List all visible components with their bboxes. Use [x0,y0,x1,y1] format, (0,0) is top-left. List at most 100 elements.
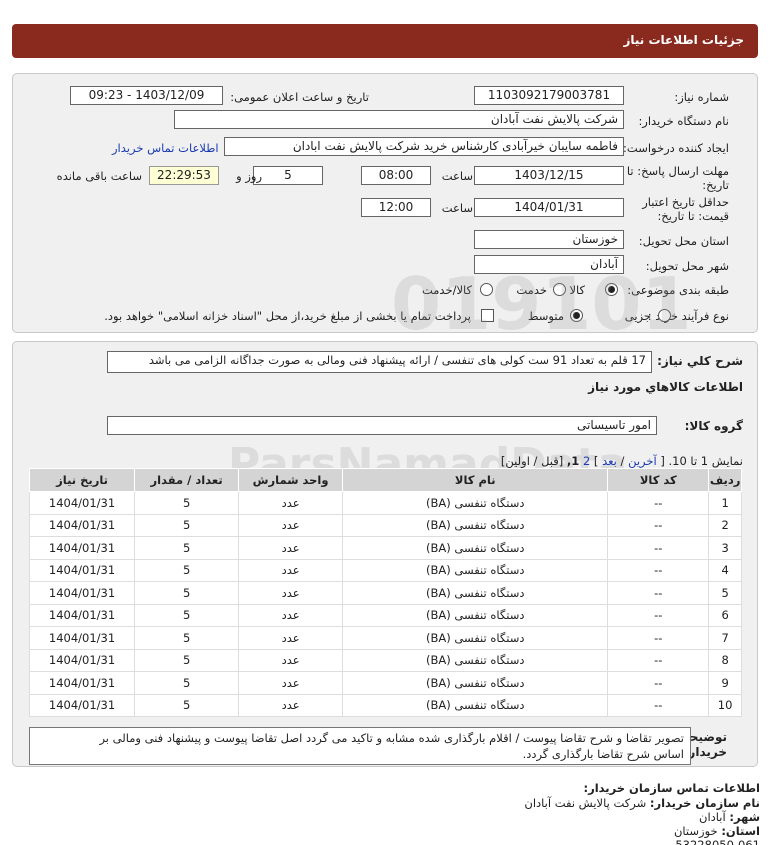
announce-date-label: تاریخ و ساعت اعلان عمومی: [230,90,369,104]
reply-deadline-label: مهلت ارسال پاسخ: تا [626,164,729,178]
notes-line-2: اساس شرح تقاضا بارگذاری گردد. [522,747,684,761]
cell-code: -- [607,693,710,717]
pagination-last-link[interactable]: آخرین [628,454,657,468]
table-row[interactable]: 3 -- دستگاه تنفسی (BA) عدد 5 1404/01/31 [28,536,742,560]
remaining-time-field: 22:29:53 [149,166,219,185]
cell-name: دستگاه تنفسی (BA) [342,581,609,605]
cell-date: 1404/01/31 [28,513,136,537]
contact-org-label: نام سازمان خریدار: [649,796,760,810]
notes-line-1: تصویر تقاضا و شرح تقاضا پیوست / اقلام با… [99,731,684,745]
pagination-page-1: 1 [571,454,580,468]
goods-group-field: امور تاسیساتی [107,416,657,435]
pagination-sep: ] [593,454,599,468]
table-row[interactable]: 9 -- دستگاه تنفسی (BA) عدد 5 1404/01/31 [28,671,742,695]
cell-name: دستگاه تنفسی (BA) [342,693,609,717]
contact-title-text: اطلاعات تماس سازمان خریدار: [583,781,760,795]
contact-province-line: استان: خوزستان [10,824,760,838]
creator-field: فاطمه سایبان خیرآبادی کارشناس خرید شرکت … [224,137,624,156]
pagination-suffix: [قبل / اولین] [500,454,564,468]
city-label: شهر محل تحویل: [645,259,729,273]
buyer-contact-link[interactable]: اطلاعات تماس خریدار [112,141,219,155]
creator-label: ایجاد کننده درخواست: [623,141,729,155]
cell-date: 1404/01/31 [28,536,136,560]
category-goods-label: کالا [569,283,585,297]
announce-date-field: 1403/12/09 - 09:23 [70,86,223,105]
category-both-radio[interactable] [480,283,493,296]
treasury-payment-checkbox[interactable] [481,309,494,322]
category-both-label: کالا/خدمت [421,283,472,297]
province-label: استان محل تحویل: [638,234,729,248]
cell-name: دستگاه تنفسی (BA) [342,648,609,672]
cell-qty: 5 [134,693,240,717]
contact-phone-line: 53228050-061 [10,838,760,845]
col-date: تاریخ نیاز [28,468,136,492]
category-goods-radio[interactable] [605,283,618,296]
cell-qty: 5 [134,513,240,537]
process-partial-label: جزیی [624,309,651,323]
cell-qty: 5 [134,648,240,672]
process-partial-radio[interactable] [658,309,671,322]
page-title: جزئیات اطلاعات نیاز [623,33,744,47]
reply-deadline-label-2: تاریخ: [702,178,729,192]
table-row[interactable]: 6 -- دستگاه تنفسی (BA) عدد 5 1404/01/31 [28,603,742,627]
validity-time-field: 12:00 [361,198,431,217]
cell-unit: عدد [238,603,344,627]
table-row[interactable]: 1 -- دستگاه تنفسی (BA) عدد 5 1404/01/31 [28,491,742,515]
cell-unit: عدد [238,626,344,650]
table-header-row: ردیف کد کالا نام کالا واحد شمارش تعداد /… [28,468,742,492]
summary-label: شرح كلي نياز: [657,354,743,368]
cell-name: دستگاه تنفسی (BA) [342,671,609,695]
table-row[interactable]: 10 -- دستگاه تنفسی (BA) عدد 5 1404/01/31 [28,693,742,717]
contact-org-line: نام سازمان خریدار: شرکت پالایش نفت آبادا… [10,796,760,810]
col-name: نام کالا [342,468,609,492]
validity-time-label: ساعت [441,201,473,215]
cell-row: 2 [708,513,742,537]
table-row[interactable]: 7 -- دستگاه تنفسی (BA) عدد 5 1404/01/31 [28,626,742,650]
table-row[interactable]: 5 -- دستگاه تنفسی (BA) عدد 5 1404/01/31 [28,581,742,605]
cell-code: -- [607,491,710,515]
cell-date: 1404/01/31 [28,603,136,627]
cell-code: -- [607,513,710,537]
table-row[interactable]: 4 -- دستگاه تنفسی (BA) عدد 5 1404/01/31 [28,558,742,582]
cell-code: -- [607,671,710,695]
contact-province: خوزستان [673,824,718,838]
cell-unit: عدد [238,558,344,582]
city-field: آبادان [474,255,624,274]
goods-group-label: گروه کالا: [684,419,743,433]
cell-code: -- [607,558,710,582]
validity-label-2: قیمت: تا تاریخ: [657,209,729,223]
cell-name: دستگاه تنفسی (BA) [342,491,609,515]
cell-row: 8 [708,648,742,672]
summary-field: 17 قلم به تعداد 91 ست کولی های تنفسی / ا… [107,351,652,373]
cell-qty: 5 [134,491,240,515]
pagination-prefix: نمایش 1 تا 10. [ [660,454,743,468]
cell-row: 1 [708,491,742,515]
need-info-panel: شماره نیاز: 1103092179003781 تاریخ و ساع… [12,73,758,333]
cell-code: -- [607,581,710,605]
cell-row: 6 [708,603,742,627]
cell-date: 1404/01/31 [28,581,136,605]
cell-date: 1404/01/31 [28,626,136,650]
province-field: خوزستان [474,230,624,249]
cell-unit: عدد [238,536,344,560]
cell-row: 9 [708,671,742,695]
table-row[interactable]: 2 -- دستگاه تنفسی (BA) عدد 5 1404/01/31 [28,513,742,537]
cell-date: 1404/01/31 [28,671,136,695]
pagination-next-link[interactable]: بعد [602,454,617,468]
table-row[interactable]: 8 -- دستگاه تنفسی (BA) عدد 5 1404/01/31 [28,648,742,672]
pagination-page-2[interactable]: 2 [583,454,590,468]
contact-city-label: شهر: [729,810,760,824]
cell-date: 1404/01/31 [28,491,136,515]
process-medium-radio[interactable] [570,309,583,322]
cell-date: 1404/01/31 [28,558,136,582]
contact-city-line: شهر: آبادان [10,810,760,824]
category-service-radio[interactable] [553,283,566,296]
cell-qty: 5 [134,603,240,627]
treasury-payment-note: پرداخت تمام یا بخشی از مبلغ خرید،از محل … [104,309,471,323]
buyer-org-field: شرکت پالایش نفت آبادان [174,110,624,129]
col-unit: واحد شمارش [238,468,344,492]
cell-row: 4 [708,558,742,582]
process-medium-label: متوسط [527,309,564,323]
reply-date-field: 1403/12/15 [474,166,624,185]
days-field: 5 [253,166,323,185]
